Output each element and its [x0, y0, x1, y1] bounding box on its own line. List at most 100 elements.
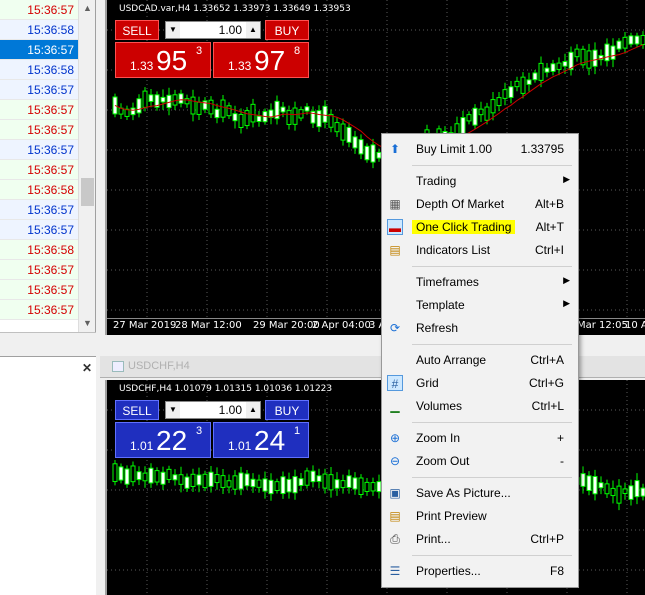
candle-body	[598, 482, 604, 489]
time-list-row[interactable]: 15:36:57	[0, 300, 78, 320]
candle-body	[472, 107, 478, 126]
sell-price-big: 95	[156, 45, 188, 76]
lots-input[interactable]: ▼ 1.00 ▲	[165, 21, 261, 39]
candle-body	[628, 35, 634, 45]
candle-body	[226, 480, 232, 488]
scroll-thumb[interactable]	[81, 178, 94, 206]
menu-item-indicators-list[interactable]: ▤ Indicators List Ctrl+I	[382, 239, 580, 261]
chart-window-title: USDCHF,H4	[128, 360, 190, 372]
buy-price[interactable]: 1.33 97 8	[213, 42, 309, 78]
time-list-row[interactable]: 15:36:57	[0, 100, 78, 120]
buy-price-prefix: 1.01	[228, 439, 252, 453]
vertical-scrollbar[interactable]: ▲ ▼	[78, 0, 95, 332]
one-click-trading-panel: SELL ▼ 1.00 ▲ BUY 1.33 95 3 1.33 97 8	[115, 20, 309, 80]
menu-item-volumes[interactable]: ▁ Volumes Ctrl+L	[382, 395, 580, 417]
menu-item-label: Trading	[416, 174, 457, 188]
lots-input[interactable]: ▼ 1.00 ▲	[165, 401, 261, 419]
time-list-row[interactable]: 15:36:57	[0, 160, 78, 180]
menu-item-grid[interactable]: # Grid Ctrl+G	[382, 372, 580, 394]
time-list-row[interactable]: 15:36:57	[0, 140, 78, 160]
time-list-row[interactable]: 15:36:58	[0, 180, 78, 200]
sell-button[interactable]: SELL	[115, 20, 159, 40]
candle-body	[166, 94, 172, 109]
candle-body	[214, 474, 220, 484]
time-list-row[interactable]: 15:36:57	[0, 40, 78, 60]
lots-increase-icon[interactable]: ▲	[246, 22, 260, 38]
candle-body	[172, 94, 178, 106]
candle-body	[496, 97, 502, 107]
menu-separator	[412, 344, 572, 345]
menu-item-label: Properties...	[416, 564, 481, 578]
lots-increase-icon[interactable]: ▲	[246, 402, 260, 418]
candle-body	[190, 96, 196, 115]
candle-body	[466, 114, 472, 122]
candle-body	[364, 481, 370, 492]
lots-decrease-icon[interactable]: ▼	[166, 402, 180, 418]
buy-price[interactable]: 1.01 24 1	[213, 422, 309, 458]
menu-item-timeframes[interactable]: Timeframes ▶	[382, 271, 580, 293]
time-list-row[interactable]: 15:36:57	[0, 0, 78, 20]
candle-body	[322, 473, 328, 489]
candle-body	[550, 63, 556, 72]
lots-value: 1.00	[218, 23, 242, 37]
time-list-row[interactable]: 15:36:57	[0, 280, 78, 300]
menu-item-label: Grid	[416, 376, 439, 390]
menu-item-buy-limit-1-00[interactable]: ⬆ Buy Limit 1.00 1.33795	[382, 138, 580, 160]
scroll-up-icon[interactable]: ▲	[79, 0, 96, 17]
menu-item-one-click-trading[interactable]: ▬ One Click Trading Alt+T	[382, 216, 580, 238]
menu-item-zoom-in[interactable]: ⊕ Zoom In +	[382, 427, 580, 449]
candle-body	[610, 487, 616, 497]
menu-item-shortcut: +	[556, 431, 564, 445]
candle-body	[208, 471, 214, 487]
candle-body	[286, 110, 292, 125]
candle-body	[310, 470, 316, 483]
properties-icon: ☰	[389, 564, 401, 578]
menu-item-auto-arrange[interactable]: Auto Arrange Ctrl+A	[382, 349, 580, 371]
menu-item-label: Print Preview	[416, 509, 487, 523]
candle-body	[334, 479, 340, 489]
sell-button[interactable]: SELL	[115, 400, 159, 420]
menu-item-shortcut: Ctrl+P	[530, 532, 564, 546]
candle-body	[232, 475, 238, 490]
time-list-row[interactable]: 15:36:58	[0, 20, 78, 40]
candle-body	[574, 48, 580, 58]
close-icon[interactable]: ✕	[82, 361, 92, 375]
lots-decrease-icon[interactable]: ▼	[166, 22, 180, 38]
time-list-row[interactable]: 15:36:57	[0, 200, 78, 220]
menu-separator	[412, 555, 572, 556]
menu-item-shortcut: Alt+T	[535, 220, 564, 234]
menu-item-print-preview[interactable]: ▤ Print Preview	[382, 505, 580, 527]
menu-item-print[interactable]: ⎙ Print... Ctrl+P	[382, 528, 580, 550]
menu-item-save-as-picture[interactable]: ▣ Save As Picture...	[382, 482, 580, 504]
scroll-down-icon[interactable]: ▼	[79, 315, 96, 332]
menu-item-refresh[interactable]: ⟳ Refresh	[382, 317, 580, 339]
menu-item-shortcut: -	[560, 454, 564, 468]
menu-item-depth-of-market[interactable]: ▦ Depth Of Market Alt+B	[382, 193, 580, 215]
sell-price[interactable]: 1.33 95 3	[115, 42, 211, 78]
candle-body	[340, 123, 346, 141]
buy-button[interactable]: BUY	[265, 400, 309, 420]
candle-body	[352, 136, 358, 149]
candle-body	[334, 122, 340, 133]
time-list-row[interactable]: 15:36:57	[0, 120, 78, 140]
menu-item-shortcut: F8	[549, 564, 564, 578]
time-list-row[interactable]: 15:36:57	[0, 80, 78, 100]
candle-body	[160, 471, 166, 485]
buy-button[interactable]: BUY	[265, 20, 309, 40]
menu-item-trading[interactable]: Trading ▶	[382, 170, 580, 192]
menu-item-shortcut: Ctrl+G	[528, 376, 564, 390]
time-list-row[interactable]: 15:36:57	[0, 260, 78, 280]
candle-body	[316, 475, 322, 482]
candle-body	[274, 481, 280, 492]
candle-body	[220, 475, 226, 488]
menu-item-template[interactable]: Template ▶	[382, 294, 580, 316]
menu-item-zoom-out[interactable]: ⊖ Zoom Out -	[382, 450, 580, 472]
sell-price-prefix: 1.01	[130, 439, 154, 453]
market-watch-panel: 15:36:57 15:36:58 15:36:57 15:36:58 15:36:57…	[0, 0, 96, 595]
menu-item-properties[interactable]: ☰ Properties... F8	[382, 560, 580, 582]
sell-price[interactable]: 1.01 22 3	[115, 422, 211, 458]
time-list-row[interactable]: 15:36:57	[0, 220, 78, 240]
time-list-row[interactable]: 15:36:58	[0, 60, 78, 80]
menu-item-label: Buy Limit 1.00	[416, 142, 493, 156]
time-list-row[interactable]: 15:36:58	[0, 240, 78, 260]
